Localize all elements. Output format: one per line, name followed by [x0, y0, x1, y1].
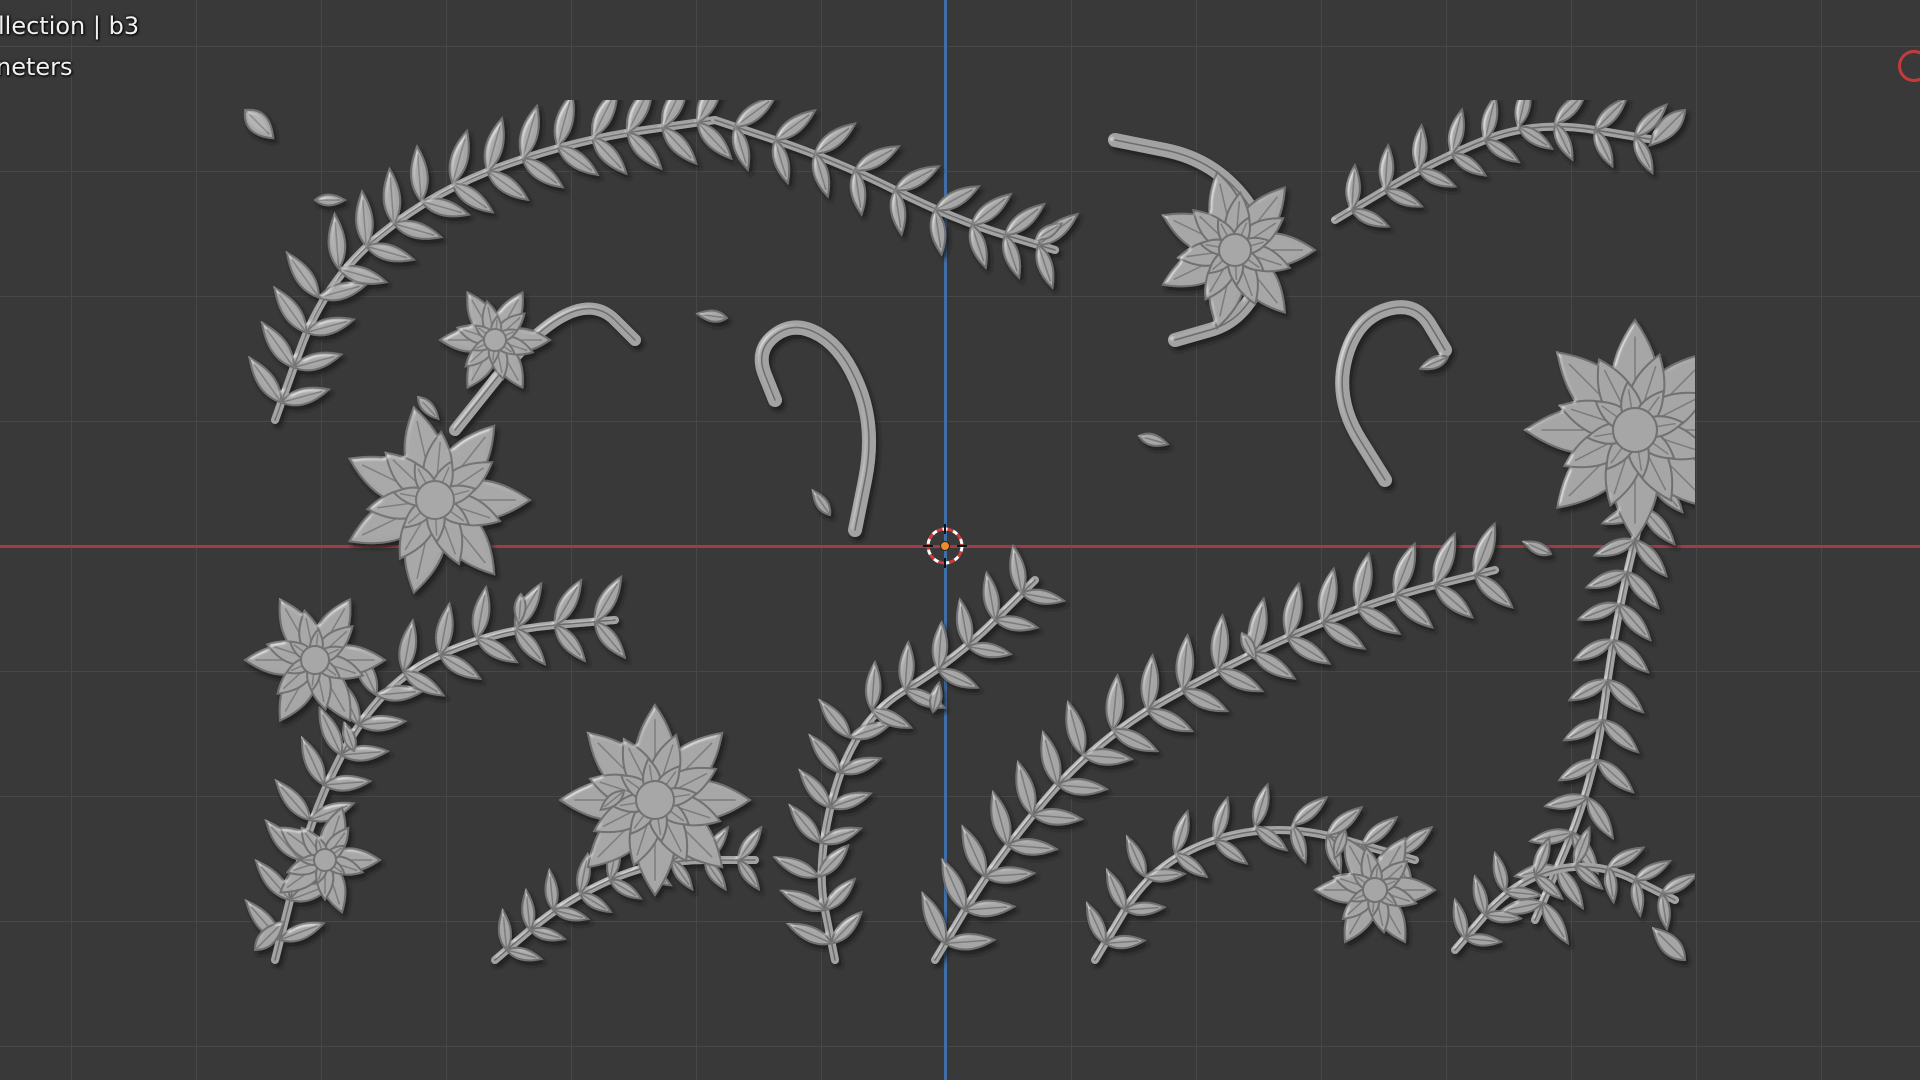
viewport-units-label: neters [0, 53, 73, 81]
viewport-collection-label: llection | b3 [0, 12, 140, 40]
3d-viewport[interactable]: llection | b3 neters [0, 0, 1920, 1080]
3d-cursor-icon[interactable] [923, 524, 967, 568]
